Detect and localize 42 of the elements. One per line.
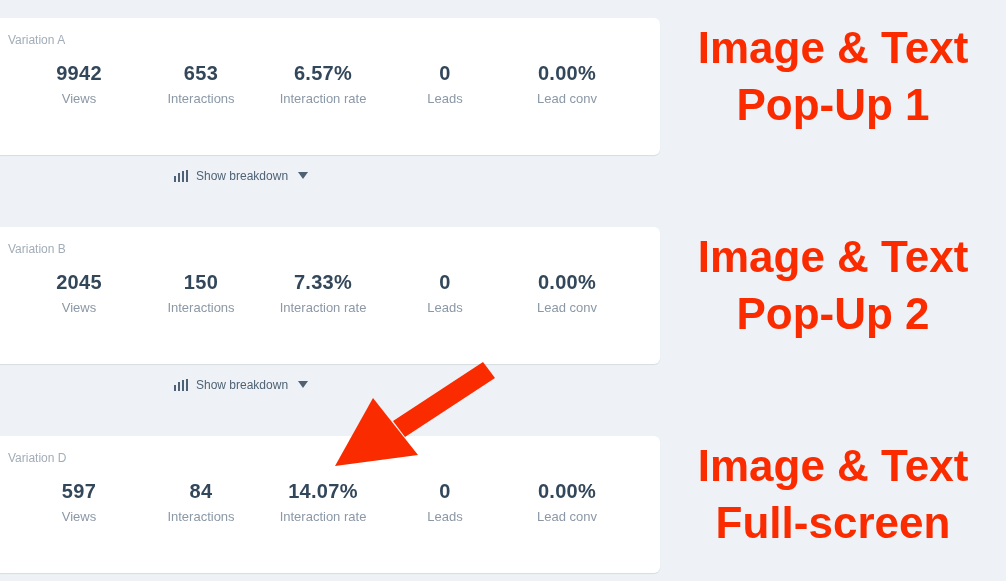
- annotation-text: Image & Text Full-screen: [697, 440, 969, 549]
- stat-value: 0.00%: [537, 62, 597, 85]
- stat-label: Lead conv: [537, 300, 597, 315]
- bar-chart-icon: [174, 378, 188, 391]
- stat-value: 6.57%: [293, 62, 353, 85]
- stat-value: 0: [439, 480, 451, 503]
- stat-value: 0.00%: [537, 480, 597, 503]
- annotation-text: Image & Text Pop-Up 2: [697, 231, 969, 340]
- stat-label: Interactions: [167, 91, 235, 106]
- stat-label: Leads: [427, 91, 463, 106]
- stat-label: Views: [61, 91, 97, 106]
- show-breakdown-button[interactable]: Show breakdown: [174, 168, 309, 183]
- show-breakdown-button[interactable]: Show breakdown: [174, 377, 309, 392]
- stat-label: Lead conv: [537, 509, 597, 524]
- bar-chart-icon: [174, 169, 188, 182]
- stat-label: Views: [61, 509, 97, 524]
- stat-value: 653: [183, 62, 219, 85]
- stat-value: 2045: [56, 271, 102, 294]
- stat-label: Interaction rate: [279, 509, 367, 524]
- stat-label: Interaction rate: [279, 91, 367, 106]
- stat-label: Interactions: [167, 300, 235, 315]
- stat-value: 0.00%: [537, 271, 597, 294]
- stat-value: 84: [189, 480, 213, 503]
- stat-value: 14.07%: [288, 480, 358, 503]
- variation-title: Variation A: [8, 33, 66, 47]
- stat-value: 7.33%: [293, 271, 353, 294]
- caret-icon: [298, 381, 309, 388]
- stat-label: Lead conv: [537, 91, 597, 106]
- stat-value: 9942: [56, 62, 102, 85]
- stat-label: Views: [61, 300, 97, 315]
- annotation-text: Image & Text Pop-Up 1: [697, 22, 969, 131]
- variation-title: Variation B: [8, 242, 66, 256]
- stat-value: 597: [61, 480, 97, 503]
- stat-label: Interactions: [167, 509, 235, 524]
- stat-value: 150: [183, 271, 219, 294]
- stat-label: Interaction rate: [279, 300, 367, 315]
- stat-label: Leads: [427, 509, 463, 524]
- stat-label: Leads: [427, 300, 463, 315]
- caret-icon: [298, 172, 309, 179]
- variation-title: Variation D: [8, 451, 67, 465]
- stat-value: 0: [439, 271, 451, 294]
- stat-value: 0: [439, 62, 451, 85]
